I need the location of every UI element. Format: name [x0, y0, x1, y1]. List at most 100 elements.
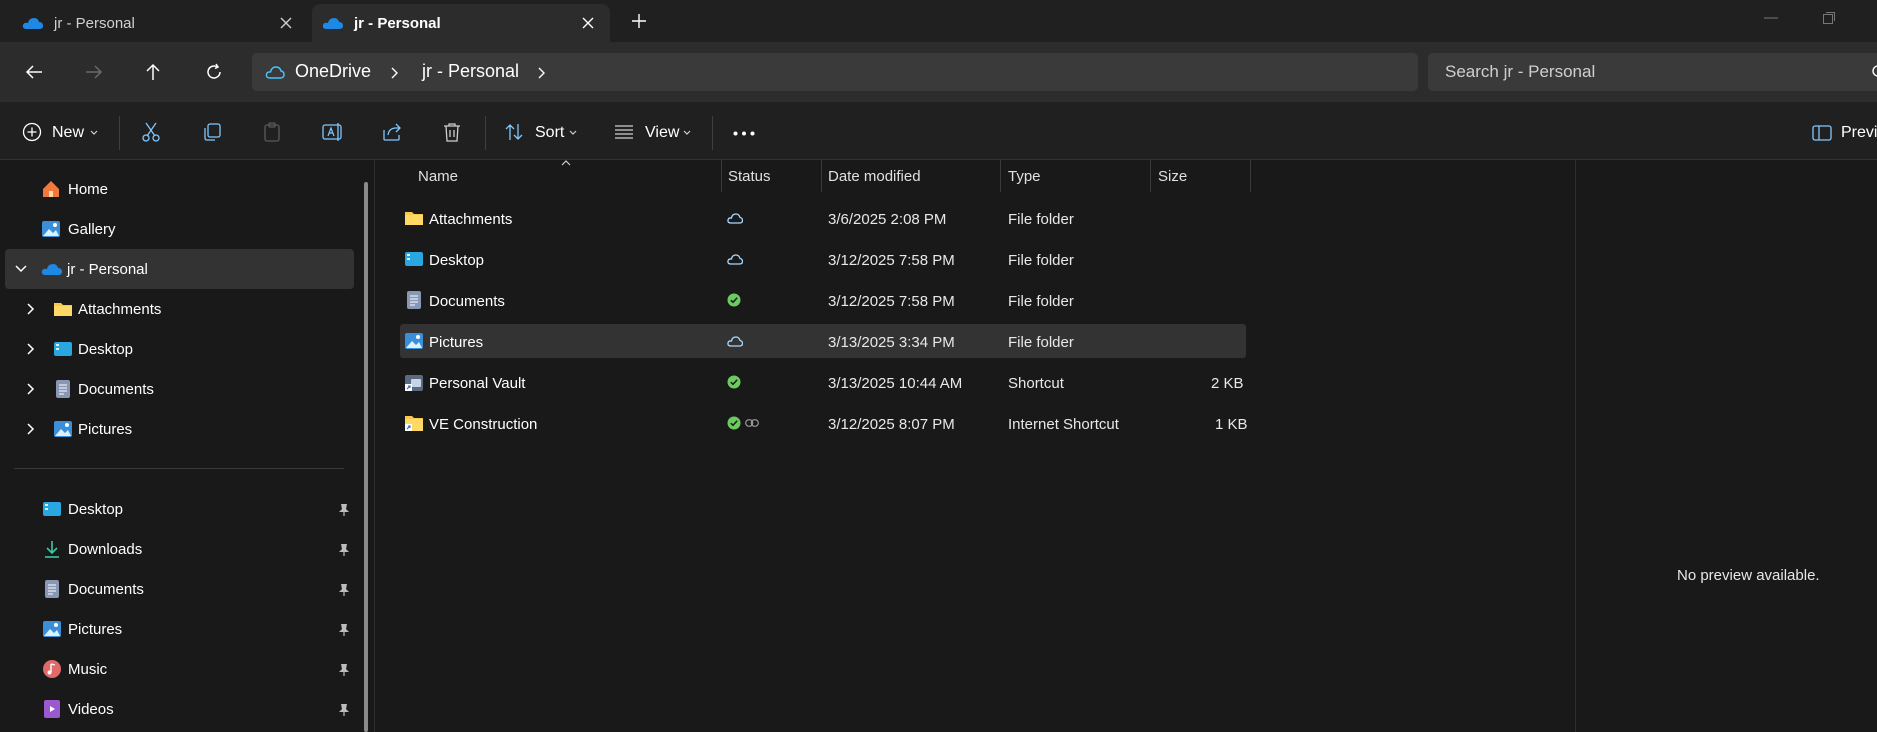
forward-icon[interactable]: [85, 64, 103, 80]
nav-item-home[interactable]: Home: [41, 169, 108, 209]
onedrive-icon: [22, 16, 44, 30]
pictures-icon: [404, 332, 424, 350]
nav-item-desktop[interactable]: Desktop: [27, 329, 133, 369]
column-divider[interactable]: [821, 160, 822, 192]
chevron-down-icon[interactable]: [569, 130, 577, 136]
toolbar-separator: [485, 116, 486, 150]
close-tab-icon[interactable]: [580, 15, 596, 31]
chevron-right-icon[interactable]: [27, 303, 35, 315]
nav-item-label: Desktop: [78, 340, 134, 358]
quick-access-downloads[interactable]: Downloads: [42, 529, 142, 569]
breadcrumb-onedrive[interactable]: OneDrive: [295, 61, 371, 82]
pin-icon[interactable]: [338, 703, 350, 717]
column-header-name[interactable]: Name: [418, 168, 458, 185]
file-name: Attachments: [429, 211, 513, 228]
link-icon: [745, 419, 759, 427]
chevron-down-icon[interactable]: [90, 130, 98, 136]
minimize-icon[interactable]: [1764, 17, 1778, 19]
column-header-status[interactable]: Status: [728, 168, 771, 185]
desktop-icon: [404, 251, 424, 267]
pin-icon[interactable]: [338, 543, 350, 557]
download-icon: [42, 539, 62, 559]
sort-icon[interactable]: [504, 122, 524, 142]
nav-item-label: Pictures: [68, 620, 123, 638]
tab-2[interactable]: jr - Personal: [312, 4, 610, 42]
view-icon[interactable]: [614, 124, 634, 140]
new-plus-icon[interactable]: [22, 122, 42, 142]
nav-item-attachments[interactable]: Attachments: [27, 289, 161, 329]
pin-icon[interactable]: [338, 623, 350, 637]
cut-icon[interactable]: [141, 122, 161, 142]
new-button[interactable]: New: [52, 124, 84, 142]
pin-icon[interactable]: [338, 583, 350, 597]
column-divider[interactable]: [1000, 160, 1001, 192]
column-header-type[interactable]: Type: [1008, 168, 1041, 185]
up-icon[interactable]: [145, 63, 161, 81]
preview-button[interactable]: Previe: [1841, 124, 1877, 142]
nav-item-pictures[interactable]: Pictures: [27, 409, 132, 449]
pictures-icon: [42, 620, 62, 638]
search-input[interactable]: Search jr - Personal: [1445, 62, 1595, 82]
nav-item-label: Documents: [68, 580, 144, 598]
file-date: 3/13/2025 10:44 AM: [828, 375, 963, 392]
rename-icon[interactable]: [322, 122, 344, 142]
column-divider[interactable]: [1250, 160, 1251, 192]
new-tab-icon[interactable]: [631, 13, 647, 29]
restore-icon[interactable]: [1822, 11, 1836, 25]
chevron-right-icon[interactable]: [27, 383, 35, 395]
nav-scrollbar[interactable]: [364, 182, 368, 732]
quick-access-documents[interactable]: Documents: [44, 569, 144, 609]
tab-1[interactable]: jr - Personal: [12, 4, 308, 42]
chevron-right-icon[interactable]: [390, 66, 400, 80]
preview-pane-icon[interactable]: [1812, 125, 1832, 141]
file-date: 3/12/2025 8:07 PM: [828, 416, 955, 433]
share-icon[interactable]: [382, 122, 402, 142]
delete-icon[interactable]: [443, 122, 461, 142]
column-divider[interactable]: [1150, 160, 1151, 192]
copy-icon[interactable]: [202, 122, 222, 142]
quick-access-music[interactable]: Music: [42, 649, 107, 689]
breadcrumb-jr-personal[interactable]: jr - Personal: [422, 61, 519, 82]
file-type: File folder: [1008, 334, 1074, 351]
file-name: Pictures: [429, 334, 484, 351]
selected-row-highlight: [400, 324, 1246, 358]
nav-item-gallery[interactable]: Gallery: [41, 209, 116, 249]
pin-icon[interactable]: [338, 663, 350, 677]
chevron-right-icon[interactable]: [27, 343, 35, 355]
documents-icon: [44, 579, 60, 599]
chevron-down-icon[interactable]: [683, 130, 691, 136]
view-button[interactable]: View: [645, 124, 679, 142]
file-name: VE Construction: [429, 416, 538, 433]
tab-label: jr - Personal: [54, 14, 135, 32]
pin-icon[interactable]: [338, 503, 350, 517]
folder-icon: [53, 301, 73, 317]
desktop-icon: [42, 501, 62, 517]
nav-item-jr-personal[interactable]: jr - Personal: [15, 249, 148, 289]
column-header-size[interactable]: Size: [1158, 168, 1187, 185]
sort-button[interactable]: Sort: [535, 124, 564, 142]
more-options-icon[interactable]: [733, 131, 755, 136]
chevron-right-icon[interactable]: [27, 423, 35, 435]
quick-access-pictures[interactable]: Pictures: [42, 609, 122, 649]
music-icon: [42, 659, 62, 679]
home-icon: [41, 179, 61, 199]
quick-access-desktop[interactable]: Desktop: [42, 489, 123, 529]
desktop-icon: [53, 341, 73, 357]
back-icon[interactable]: [25, 64, 43, 80]
file-type: Internet Shortcut: [1008, 416, 1119, 433]
nav-item-label: jr - Personal: [67, 260, 148, 278]
chevron-right-icon[interactable]: [537, 66, 547, 80]
refresh-icon[interactable]: [205, 63, 223, 81]
nav-item-label: Desktop: [68, 500, 124, 518]
close-tab-icon[interactable]: [278, 15, 294, 31]
synced-check-icon: [727, 416, 741, 430]
column-header-date-modified[interactable]: Date modified: [828, 168, 921, 185]
search-icon[interactable]: [1871, 64, 1877, 80]
paste-icon[interactable]: [262, 122, 282, 142]
column-divider[interactable]: [721, 160, 722, 192]
nav-item-documents[interactable]: Documents: [27, 369, 154, 409]
search-box[interactable]: Search jr - Personal: [1428, 53, 1877, 91]
chevron-down-icon[interactable]: [15, 265, 27, 273]
quick-access-videos[interactable]: Videos: [43, 689, 114, 729]
documents-icon: [55, 379, 71, 399]
